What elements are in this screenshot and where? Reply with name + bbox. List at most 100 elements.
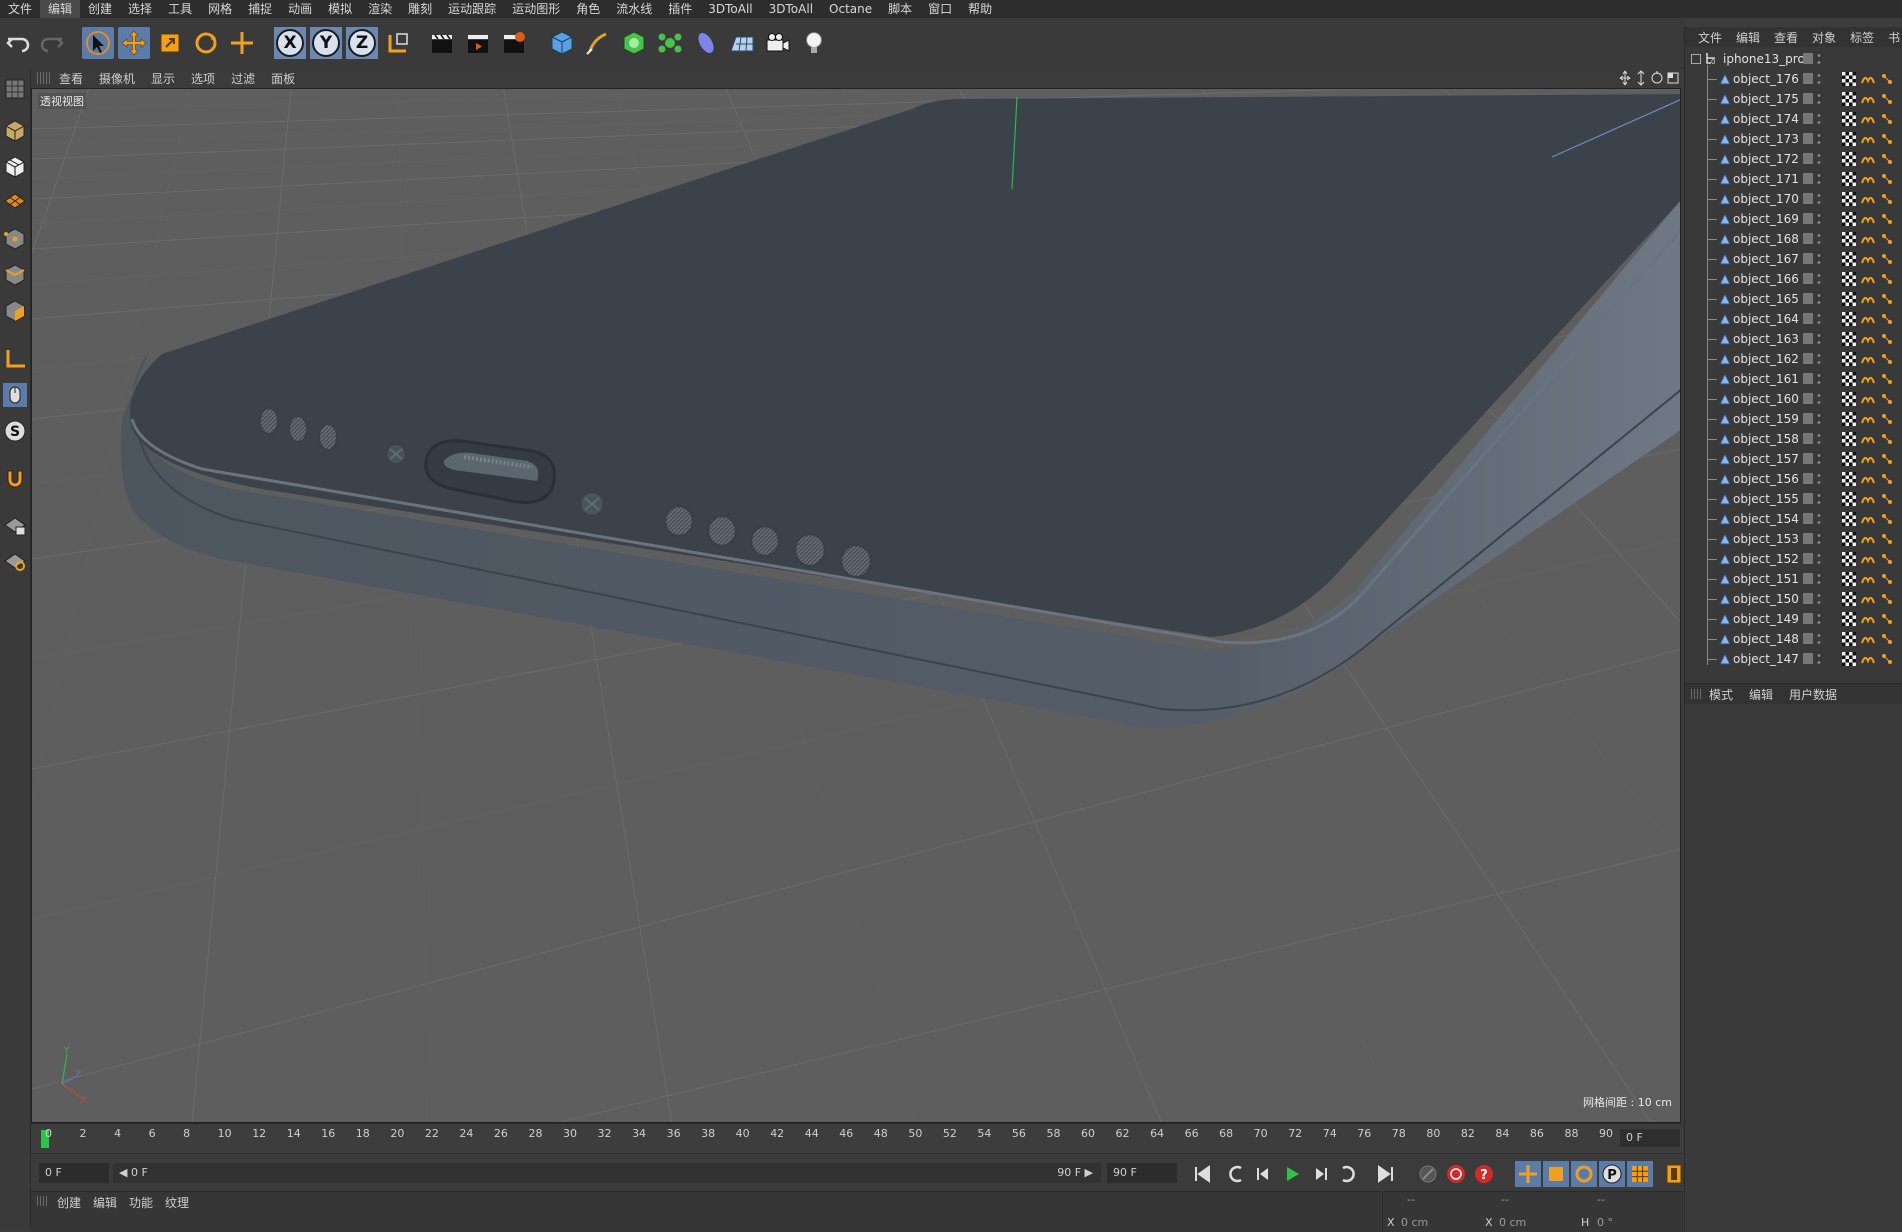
visibility-dots-icon[interactable] — [1817, 392, 1821, 406]
layer-icon[interactable] — [1803, 653, 1813, 664]
object-row[interactable]: object_157 — [1685, 449, 1902, 469]
visibility-dots-icon[interactable] — [1817, 52, 1821, 66]
visibility-dots-icon[interactable] — [1817, 492, 1821, 506]
pen-spline-button[interactable] — [582, 27, 614, 59]
uvw-tag-icon[interactable] — [1880, 652, 1894, 666]
phong-tag-icon[interactable] — [1861, 113, 1875, 125]
render-settings-button[interactable] — [498, 27, 530, 59]
go-to-end-button[interactable] — [1373, 1161, 1399, 1187]
layer-icon[interactable] — [1803, 393, 1813, 404]
visibility-dots-icon[interactable] — [1817, 352, 1821, 366]
visibility-dots-icon[interactable] — [1817, 192, 1821, 206]
object-menu-edit[interactable]: 编辑 — [1729, 29, 1767, 46]
layer-icon[interactable] — [1803, 233, 1813, 244]
object-name[interactable]: object_176 — [1733, 72, 1799, 86]
key-rotation-button[interactable] — [1571, 1161, 1597, 1187]
object-row[interactable]: object_152 — [1685, 549, 1902, 569]
phong-tag-icon[interactable] — [1861, 233, 1875, 245]
material-tag-icon[interactable] — [1842, 632, 1856, 646]
redo-button[interactable] — [36, 27, 68, 59]
uvw-tag-icon[interactable] — [1880, 272, 1894, 286]
attribute-menu-mode[interactable]: 模式 — [1701, 686, 1741, 703]
phong-tag-icon[interactable] — [1861, 153, 1875, 165]
visibility-dots-icon[interactable] — [1817, 412, 1821, 426]
object-name[interactable]: object_158 — [1733, 432, 1799, 446]
layer-icon[interactable] — [1803, 573, 1813, 584]
layer-icon[interactable] — [1803, 113, 1813, 124]
visibility-dots-icon[interactable] — [1817, 632, 1821, 646]
visibility-dots-icon[interactable] — [1817, 132, 1821, 146]
visibility-dots-icon[interactable] — [1817, 292, 1821, 306]
uvw-tag-icon[interactable] — [1880, 192, 1894, 206]
phong-tag-icon[interactable] — [1861, 453, 1875, 465]
uvw-tag-icon[interactable] — [1880, 572, 1894, 586]
material-tag-icon[interactable] — [1842, 292, 1856, 306]
uvw-tag-icon[interactable] — [1880, 92, 1894, 106]
z-axis-lock-button[interactable]: Z — [346, 27, 378, 59]
x-axis-lock-button[interactable]: X — [274, 27, 306, 59]
phong-tag-icon[interactable] — [1861, 73, 1875, 85]
subdivision-surface-button[interactable] — [618, 27, 650, 59]
material-tag-icon[interactable] — [1842, 552, 1856, 566]
object-row[interactable]: object_173 — [1685, 129, 1902, 149]
viewport-menu-camera[interactable]: 摄像机 — [91, 70, 143, 87]
object-name[interactable]: object_155 — [1733, 492, 1799, 506]
menu-edit[interactable]: 编辑 — [40, 0, 81, 18]
object-name[interactable]: object_162 — [1733, 352, 1799, 366]
coord-position-x-field[interactable]: 0 cm — [1401, 1216, 1428, 1229]
layer-icon[interactable] — [1803, 433, 1813, 444]
object-name[interactable]: object_153 — [1733, 532, 1799, 546]
object-row[interactable]: object_175 — [1685, 89, 1902, 109]
object-row[interactable]: object_160 — [1685, 389, 1902, 409]
layer-icon[interactable] — [1803, 513, 1813, 524]
material-menu-create[interactable]: 创建 — [57, 1194, 81, 1211]
workplane-mode-button[interactable] — [2, 188, 28, 214]
layer-icon[interactable] — [1803, 613, 1813, 624]
material-tag-icon[interactable] — [1842, 432, 1856, 446]
object-row[interactable]: object_162 — [1685, 349, 1902, 369]
phong-tag-icon[interactable] — [1861, 133, 1875, 145]
uvw-tag-icon[interactable] — [1880, 152, 1894, 166]
material-tag-icon[interactable] — [1842, 612, 1856, 626]
material-tag-icon[interactable] — [1842, 472, 1856, 486]
object-row[interactable]: object_176 — [1685, 69, 1902, 89]
autokey-button[interactable] — [1443, 1161, 1469, 1187]
material-tag-icon[interactable] — [1842, 512, 1856, 526]
collapse-toggle-icon[interactable] — [1691, 54, 1701, 64]
material-tag-icon[interactable] — [1842, 212, 1856, 226]
attribute-menu-edit[interactable]: 编辑 — [1741, 686, 1781, 703]
layer-icon[interactable] — [1803, 53, 1813, 64]
menu-window[interactable]: 窗口 — [920, 0, 960, 18]
uvw-tag-icon[interactable] — [1880, 552, 1894, 566]
object-row[interactable]: object_153 — [1685, 529, 1902, 549]
object-name[interactable]: object_168 — [1733, 232, 1799, 246]
object-row[interactable]: object_150 — [1685, 589, 1902, 609]
object-menu-tags[interactable]: 标签 — [1843, 29, 1881, 46]
uvw-tag-icon[interactable] — [1880, 312, 1894, 326]
object-name[interactable]: object_170 — [1733, 192, 1799, 206]
menu-pipeline[interactable]: 流水线 — [608, 0, 660, 18]
uvw-tag-icon[interactable] — [1880, 332, 1894, 346]
visibility-dots-icon[interactable] — [1817, 212, 1821, 226]
material-tag-icon[interactable] — [1842, 232, 1856, 246]
layer-icon[interactable] — [1803, 593, 1813, 604]
object-row[interactable]: object_167 — [1685, 249, 1902, 269]
phong-tag-icon[interactable] — [1861, 533, 1875, 545]
perspective-viewport[interactable]: Y X Z 透视视图 网格间距 : 10 cm — [31, 88, 1681, 1123]
menu-select[interactable]: 选择 — [120, 0, 160, 18]
object-name[interactable]: object_167 — [1733, 252, 1799, 266]
visibility-dots-icon[interactable] — [1817, 652, 1821, 666]
phong-tag-icon[interactable] — [1861, 353, 1875, 365]
object-name[interactable]: object_164 — [1733, 312, 1799, 326]
object-row[interactable]: object_165 — [1685, 289, 1902, 309]
menu-octane[interactable]: Octane — [821, 0, 880, 18]
object-name[interactable]: object_171 — [1733, 172, 1799, 186]
object-name[interactable]: object_147 — [1733, 652, 1799, 666]
uvw-tag-icon[interactable] — [1880, 472, 1894, 486]
menu-sculpt[interactable]: 雕刻 — [400, 0, 440, 18]
phong-tag-icon[interactable] — [1861, 193, 1875, 205]
object-row[interactable]: object_155 — [1685, 489, 1902, 509]
object-row[interactable]: object_149 — [1685, 609, 1902, 629]
play-button[interactable] — [1279, 1161, 1305, 1187]
material-tag-icon[interactable] — [1842, 72, 1856, 86]
